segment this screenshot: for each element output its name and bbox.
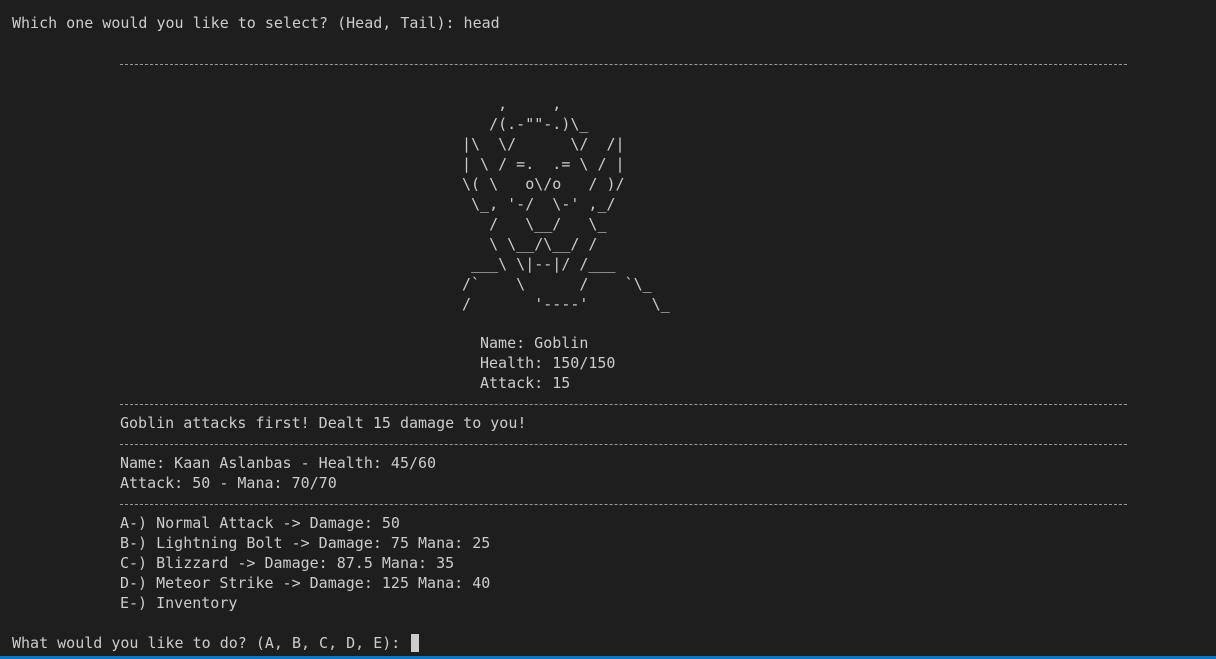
separator-line bbox=[120, 404, 1127, 405]
player-stats-line-2: Attack: 50 - Mana: 70/70 bbox=[120, 474, 337, 492]
option-normal-attack: A-) Normal Attack -> Damage: 50 bbox=[120, 514, 400, 532]
separator-line bbox=[120, 444, 1127, 445]
terminal-output: Which one would you like to select? (Hea… bbox=[0, 0, 1216, 656]
text-cursor[interactable] bbox=[411, 634, 420, 652]
combat-message: Goblin attacks first! Dealt 15 damage to… bbox=[120, 414, 527, 432]
action-prompt-text: What would you like to do? (A, B, C, D, … bbox=[12, 634, 410, 652]
goblin-ascii-art: , , /(.-""-.)\_ |\ \/ \/ /| | \ / =. .= … bbox=[462, 95, 670, 313]
enemy-health: Health: 150/150 bbox=[480, 354, 616, 372]
option-lightning-bolt: B-) Lightning Bolt -> Damage: 75 Mana: 2… bbox=[120, 534, 491, 552]
enemy-attack: Attack: 15 bbox=[480, 374, 571, 392]
separator-line bbox=[120, 504, 1127, 505]
player-stats-line-1: Name: Kaan Aslanbas - Health: 45/60 bbox=[120, 454, 437, 472]
separator-line bbox=[120, 64, 1127, 65]
option-meteor-strike: D-) Meteor Strike -> Damage: 125 Mana: 4… bbox=[120, 574, 491, 592]
option-blizzard: C-) Blizzard -> Damage: 87.5 Mana: 35 bbox=[120, 554, 455, 572]
select-prompt-line: Which one would you like to select? (Hea… bbox=[12, 14, 500, 32]
enemy-name: Name: Goblin bbox=[480, 334, 589, 352]
action-prompt-line[interactable]: What would you like to do? (A, B, C, D, … bbox=[12, 633, 420, 653]
option-inventory: E-) Inventory bbox=[120, 594, 238, 612]
